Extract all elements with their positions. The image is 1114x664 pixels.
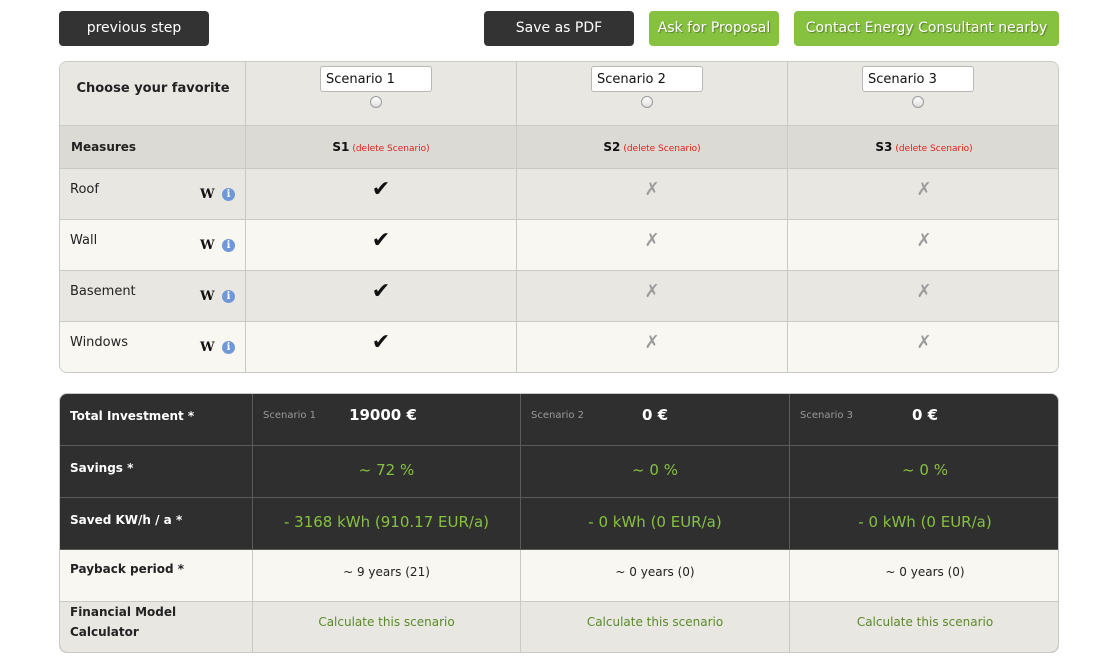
payback-period-row: Payback period * ~ 9 years (21) ~ 0 year… bbox=[60, 550, 1058, 602]
payback-value: ~ 9 years (21) bbox=[343, 565, 430, 579]
cross-icon[interactable]: ✗ bbox=[517, 332, 787, 353]
measure-label: Roof bbox=[70, 182, 99, 197]
scenario-2-name-input[interactable] bbox=[591, 66, 703, 92]
investment-value: 19000 € bbox=[349, 406, 417, 424]
payback-value: ~ 0 years (0) bbox=[885, 565, 965, 579]
scenario-2-favorite-radio[interactable] bbox=[641, 96, 653, 108]
cross-icon[interactable]: ✗ bbox=[788, 332, 1058, 353]
total-investment-label: Total Investment * bbox=[70, 409, 195, 423]
ask-for-proposal-button[interactable]: Ask for Proposal bbox=[649, 11, 779, 46]
scenario-1-name-input[interactable] bbox=[320, 66, 432, 92]
cross-icon[interactable]: ✗ bbox=[517, 281, 787, 302]
checkmark-icon[interactable]: ✔ bbox=[246, 228, 516, 253]
save-as-pdf-button[interactable]: Save as PDF bbox=[484, 11, 634, 46]
measure-label: Wall bbox=[70, 233, 98, 248]
payback-period-label: Payback period * bbox=[70, 562, 185, 576]
previous-step-button[interactable]: previous step bbox=[59, 11, 209, 46]
scenario-column-s3: S3 bbox=[875, 140, 893, 154]
scenario-column-s1: S1 bbox=[332, 140, 350, 154]
scenario-measures-table: Choose your favorite Measures S1(delete … bbox=[59, 61, 1059, 373]
cross-icon[interactable]: ✗ bbox=[788, 179, 1058, 200]
checkmark-icon[interactable]: ✔ bbox=[246, 330, 516, 355]
measure-row-basement: Basement W i ✔ ✗ ✗ bbox=[60, 271, 1058, 322]
wikipedia-icon[interactable]: W bbox=[200, 289, 215, 304]
investment-value: 0 € bbox=[641, 406, 669, 424]
measure-row-wall: Wall W i ✔ ✗ ✗ bbox=[60, 220, 1058, 271]
favorite-row: Choose your favorite bbox=[60, 62, 1058, 126]
info-icon[interactable]: i bbox=[222, 290, 235, 303]
measures-header-row: Measures S1 (delete Scenario) S2 (delete S… bbox=[60, 126, 1058, 169]
scenario-column-s2: S2 bbox=[603, 140, 621, 154]
savings-value: ~ 0 % bbox=[632, 461, 678, 479]
checkmark-icon[interactable]: ✔ bbox=[246, 279, 516, 304]
savings-value: ~ 0 % bbox=[902, 461, 948, 479]
scenario-3-name-input[interactable] bbox=[862, 66, 974, 92]
savings-value: ~ 72 % bbox=[358, 461, 415, 479]
cross-icon[interactable]: ✗ bbox=[517, 179, 787, 200]
saved-kwh-value: - 0 kWh (0 EUR/a) bbox=[588, 513, 722, 531]
delete-scenario-1-link[interactable]: (delete Scenario) bbox=[352, 144, 429, 154]
payback-value: ~ 0 years (0) bbox=[615, 565, 695, 579]
calculate-scenario-2-link[interactable]: Calculate this scenario bbox=[521, 615, 789, 629]
info-icon[interactable]: i bbox=[222, 188, 235, 201]
saved-kwh-value: - 3168 kWh (910.17 EUR/a) bbox=[284, 513, 489, 531]
financial-model-row: Financial Model Calculator Calculate thi… bbox=[60, 602, 1058, 652]
saved-kwh-label: Saved KW/h / a * bbox=[70, 513, 183, 527]
scenario-3-favorite-radio[interactable] bbox=[912, 96, 924, 108]
measure-row-windows: Windows W i ✔ ✗ ✗ bbox=[60, 322, 1058, 372]
wikipedia-icon[interactable]: W bbox=[200, 340, 215, 355]
savings-row: Savings * ~ 72 % ~ 0 % ~ 0 % bbox=[60, 446, 1058, 498]
cross-icon[interactable]: ✗ bbox=[517, 230, 787, 251]
investment-value: 0 € bbox=[911, 406, 939, 424]
scenario-1-favorite-radio[interactable] bbox=[370, 96, 382, 108]
choose-favorite-label: Choose your favorite bbox=[76, 81, 230, 96]
wikipedia-icon[interactable]: W bbox=[200, 187, 215, 202]
info-icon[interactable]: i bbox=[222, 239, 235, 252]
cross-icon[interactable]: ✗ bbox=[788, 281, 1058, 302]
saved-kwh-row: Saved KW/h / a * - 3168 kWh (910.17 EUR/… bbox=[60, 498, 1058, 550]
results-table: Total Investment * Scenario 1 19000 € Sc… bbox=[59, 393, 1059, 653]
contact-energy-consultant-button[interactable]: Contact Energy Consultant nearby bbox=[794, 11, 1059, 46]
checkmark-icon[interactable]: ✔ bbox=[246, 177, 516, 202]
savings-label: Savings * bbox=[70, 461, 134, 475]
measure-row-roof: Roof W i ✔ ✗ ✗ bbox=[60, 169, 1058, 220]
delete-scenario-3-link[interactable]: (delete Scenario) bbox=[895, 144, 972, 154]
financial-model-label: Financial Model Calculator bbox=[70, 605, 177, 639]
cross-icon[interactable]: ✗ bbox=[788, 230, 1058, 251]
calculate-scenario-1-link[interactable]: Calculate this scenario bbox=[253, 615, 520, 629]
info-icon[interactable]: i bbox=[222, 341, 235, 354]
delete-scenario-2-link[interactable]: (delete Scenario) bbox=[623, 144, 700, 154]
total-investment-row: Total Investment * Scenario 1 19000 € Sc… bbox=[60, 394, 1058, 446]
measures-heading: Measures bbox=[71, 140, 137, 154]
wikipedia-icon[interactable]: W bbox=[200, 238, 215, 253]
saved-kwh-value: - 0 kWh (0 EUR/a) bbox=[858, 513, 992, 531]
calculate-scenario-3-link[interactable]: Calculate this scenario bbox=[790, 615, 1058, 629]
measure-label: Basement bbox=[70, 284, 136, 299]
measure-label: Windows bbox=[70, 335, 129, 350]
